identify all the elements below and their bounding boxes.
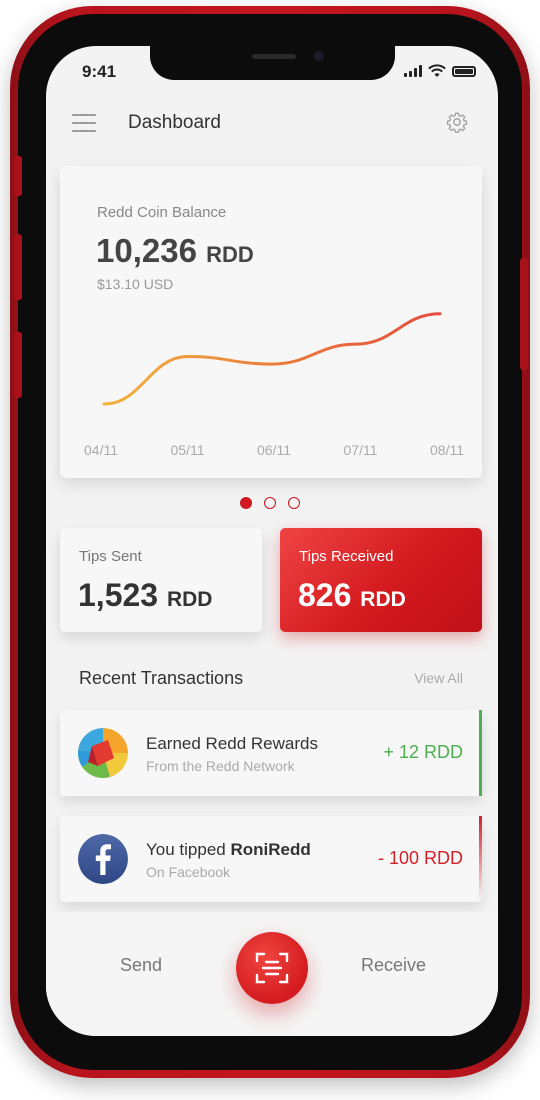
signal-icon [404, 65, 422, 77]
transaction-amount: + 12 RDD [383, 742, 463, 762]
transaction-indicator [479, 816, 482, 902]
battery-icon [452, 65, 476, 77]
page-dot-3[interactable] [288, 497, 300, 509]
volume-up-button [14, 234, 22, 300]
wifi-icon [428, 64, 446, 77]
notch [150, 46, 395, 80]
transaction-username[interactable]: RoniRedd [230, 840, 310, 859]
chart-series-line [102, 312, 442, 406]
scan-button[interactable] [236, 932, 308, 1004]
bottom-nav: Send Receive [46, 912, 498, 1036]
x-tick-label: 05/11 [170, 442, 205, 458]
transaction-item[interactable]: Earned Redd Rewards From the Redd Networ… [60, 710, 482, 796]
x-tick-label: 04/11 [84, 442, 118, 458]
view-all-link[interactable]: View All [414, 670, 463, 686]
screen: 9:41 Dashboard Redd Coin Balance 10,236 … [46, 46, 498, 1036]
transaction-title-prefix: You tipped [146, 840, 231, 859]
tips-sent-amount: 1,523 RDD [78, 577, 212, 614]
receive-button[interactable]: Receive [361, 955, 426, 976]
tips-received-label: Tips Received [299, 548, 394, 565]
transaction-item[interactable]: You tipped RoniRedd On Facebook - 100 RD… [60, 816, 482, 902]
x-tick-label: 07/11 [343, 442, 378, 458]
facebook-icon [78, 834, 128, 884]
tips-sent-unit: RDD [166, 588, 213, 611]
section-title: Recent Transactions [79, 668, 244, 688]
menu-icon[interactable] [72, 114, 96, 132]
tips-received-unit: RDD [360, 588, 406, 611]
transaction-title: You tipped RoniRedd [146, 840, 311, 860]
page-dot-2[interactable] [264, 497, 276, 509]
camera [314, 51, 324, 61]
power-button [520, 258, 528, 370]
status-icons [404, 64, 476, 78]
transaction-subtitle: From the Redd Network [146, 758, 295, 774]
page-title: Dashboard [128, 112, 221, 133]
qr-scan-icon [255, 952, 289, 984]
x-tick-label: 06/11 [257, 442, 291, 458]
tips-sent-label: Tips Sent [79, 548, 142, 565]
mute-switch [14, 156, 22, 196]
speaker [252, 54, 296, 59]
transaction-subtitle: On Facebook [146, 864, 231, 880]
tips-sent-value: 1,523 [78, 577, 159, 613]
gear-icon[interactable] [446, 111, 468, 133]
x-tick-label: 08/11 [430, 442, 464, 458]
tips-received-amount: 826 RDD [298, 577, 406, 614]
tips-sent-card[interactable]: Tips Sent 1,523 RDD [60, 528, 262, 632]
balance-chart [102, 312, 442, 406]
page-dot-1[interactable] [240, 497, 252, 509]
tips-received-card[interactable]: Tips Received 826 RDD [280, 528, 482, 632]
send-button[interactable]: Send [120, 955, 162, 976]
transaction-indicator [479, 710, 482, 796]
balance-card[interactable]: Redd Coin Balance 10,236 RDD $13.10 USD … [60, 166, 482, 478]
tips-received-value: 826 [298, 577, 352, 613]
status-time: 9:41 [82, 62, 117, 81]
transaction-title: Earned Redd Rewards [146, 734, 318, 753]
redd-network-icon [78, 728, 128, 778]
transaction-amount: - 100 RDD [377, 848, 463, 868]
chart-x-axis: 04/11 05/11 06/11 07/11 08/11 [84, 442, 464, 458]
carousel-pagination [240, 497, 300, 509]
volume-down-button [14, 332, 22, 398]
